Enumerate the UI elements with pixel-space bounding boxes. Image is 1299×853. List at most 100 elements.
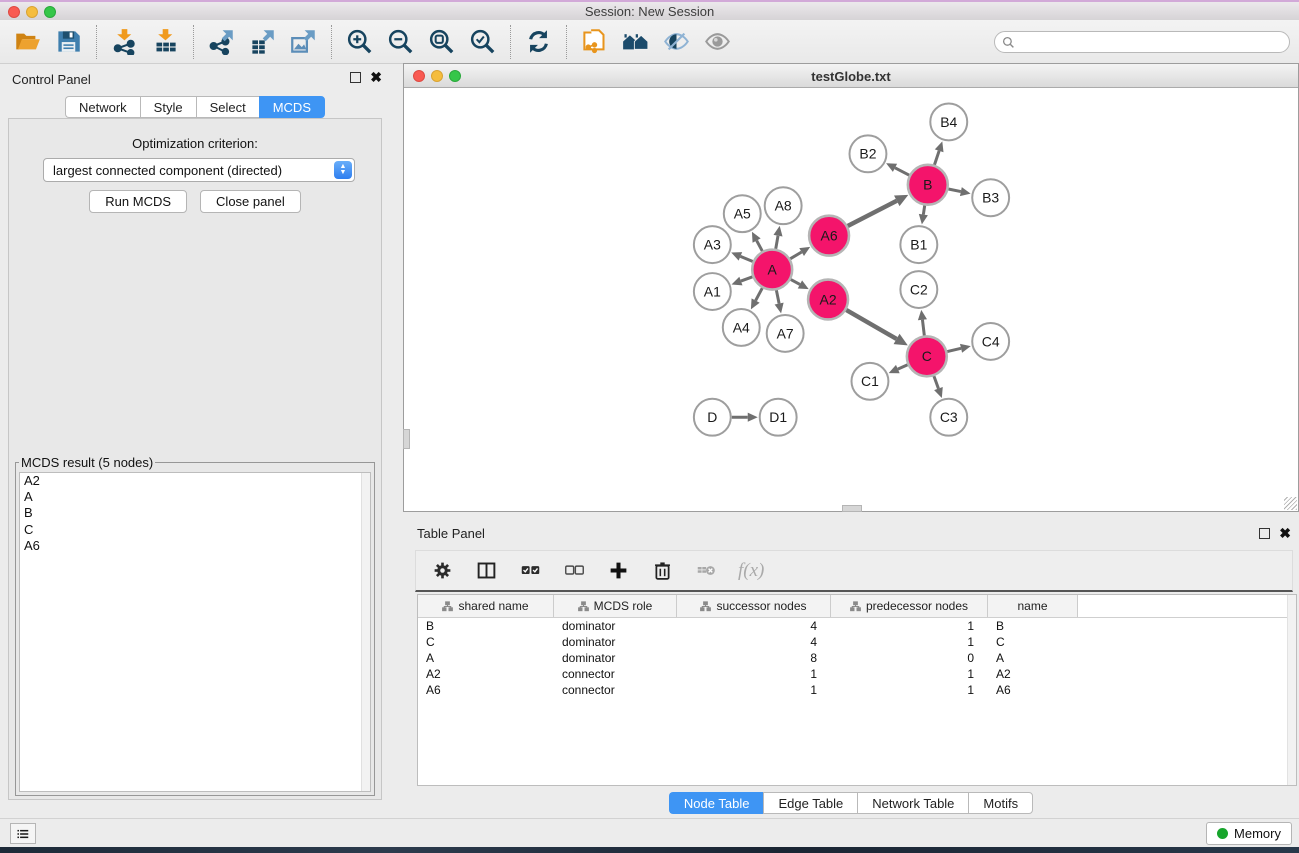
graph-edge[interactable] xyxy=(948,189,961,192)
graph-edge[interactable] xyxy=(922,320,924,336)
graph-edge[interactable] xyxy=(757,241,763,252)
birdseye-toggle-handle[interactable] xyxy=(403,429,410,449)
refresh-icon[interactable] xyxy=(523,27,553,57)
duplicate-network-icon[interactable] xyxy=(579,27,609,57)
delete-table-icon[interactable] xyxy=(694,559,718,583)
graph-node-B[interactable]: B xyxy=(908,165,948,205)
mcds-result-item[interactable]: A2 xyxy=(20,473,370,489)
graph-edge[interactable] xyxy=(934,151,939,165)
select-all-checkboxes-icon[interactable] xyxy=(518,559,542,583)
graph-edge[interactable] xyxy=(740,256,752,261)
show-graphics-details-icon[interactable] xyxy=(702,27,732,57)
task-history-button[interactable] xyxy=(10,823,36,844)
graph-node-C2[interactable]: C2 xyxy=(900,271,937,308)
deselect-all-checkboxes-icon[interactable] xyxy=(562,559,586,583)
tab-network[interactable]: Network xyxy=(65,96,140,118)
graph-node-C[interactable]: C xyxy=(907,336,947,376)
tab-network-table[interactable]: Network Table xyxy=(857,792,968,814)
bottom-toggle-handle[interactable] xyxy=(842,505,862,512)
graph-edge[interactable] xyxy=(790,252,801,259)
column-header-MCDS-role[interactable]: MCDS role xyxy=(554,595,677,617)
import-table-icon[interactable] xyxy=(150,27,180,57)
tab-edge-table[interactable]: Edge Table xyxy=(763,792,857,814)
table-row[interactable]: Adominator80A xyxy=(418,650,1296,666)
table-scrollbar[interactable] xyxy=(1287,595,1296,785)
close-panel-icon[interactable]: ✖ xyxy=(370,72,382,83)
settings-gear-icon[interactable] xyxy=(430,559,454,583)
zoom-fit-icon[interactable] xyxy=(426,27,456,57)
graph-node-A7[interactable]: A7 xyxy=(767,315,804,352)
graph-node-B1[interactable]: B1 xyxy=(900,226,937,263)
close-table-panel-icon[interactable]: ✖ xyxy=(1279,528,1291,539)
delete-rows-icon[interactable] xyxy=(650,559,674,583)
graph-node-A8[interactable]: A8 xyxy=(765,187,802,224)
table-row[interactable]: Cdominator41C xyxy=(418,634,1296,650)
tab-motifs[interactable]: Motifs xyxy=(968,792,1033,814)
function-builder-icon[interactable]: f(x) xyxy=(738,560,764,582)
network-canvas[interactable]: AA1A2A3A4A5A6A7A8BB1B2B3B4CC1C2C3C4DD1 xyxy=(404,88,1298,511)
window-resize-grip[interactable] xyxy=(1284,497,1297,510)
graph-node-A2[interactable]: A2 xyxy=(808,280,848,320)
graph-edge[interactable] xyxy=(934,376,939,389)
export-network-icon[interactable] xyxy=(206,27,236,57)
graph-node-A5[interactable]: A5 xyxy=(724,195,761,232)
import-network-icon[interactable] xyxy=(109,27,139,57)
graph-node-A1[interactable]: A1 xyxy=(694,273,731,310)
hide-graphics-details-icon[interactable] xyxy=(661,27,691,57)
criterion-dropdown[interactable]: largest connected component (directed) ▲… xyxy=(43,158,355,182)
graph-edge[interactable] xyxy=(776,236,778,249)
search-input[interactable] xyxy=(1015,33,1289,51)
table-row[interactable]: Bdominator41B xyxy=(418,618,1296,634)
save-session-icon[interactable] xyxy=(53,27,83,57)
result-scrollbar[interactable] xyxy=(361,473,370,791)
graph-edge[interactable] xyxy=(898,365,908,369)
graph-edge[interactable] xyxy=(776,290,779,303)
mcds-result-item[interactable]: A6 xyxy=(20,538,370,554)
graph-node-D[interactable]: D xyxy=(694,399,731,436)
graph-node-B4[interactable]: B4 xyxy=(930,103,967,140)
network-window-titlebar[interactable]: testGlobe.txt xyxy=(404,64,1298,88)
graph-edge[interactable] xyxy=(947,348,961,351)
mcds-result-item[interactable]: A xyxy=(20,489,370,505)
tab-style[interactable]: Style xyxy=(140,96,196,118)
zoom-out-icon[interactable] xyxy=(385,27,415,57)
zoom-selected-icon[interactable] xyxy=(467,27,497,57)
close-panel-button[interactable]: Close panel xyxy=(200,190,301,213)
mcds-result-item[interactable]: B xyxy=(20,505,370,521)
tab-node-table[interactable]: Node Table xyxy=(669,792,764,814)
graph-node-C3[interactable]: C3 xyxy=(930,399,967,436)
graph-node-A4[interactable]: A4 xyxy=(723,309,760,346)
graph-edge[interactable] xyxy=(846,310,896,339)
column-layout-icon[interactable] xyxy=(474,559,498,583)
run-mcds-button[interactable]: Run MCDS xyxy=(89,190,187,213)
column-header-predecessor-nodes[interactable]: predecessor nodes xyxy=(831,595,988,617)
memory-button[interactable]: Memory xyxy=(1206,822,1292,845)
float-table-panel-icon[interactable] xyxy=(1259,528,1270,539)
zoom-in-icon[interactable] xyxy=(344,27,374,57)
add-row-icon[interactable] xyxy=(606,559,630,583)
table-row[interactable]: A2connector11A2 xyxy=(418,666,1296,682)
graph-node-B2[interactable]: B2 xyxy=(850,135,887,172)
export-table-icon[interactable] xyxy=(247,27,277,57)
graph-node-A3[interactable]: A3 xyxy=(694,226,731,263)
tab-mcds[interactable]: MCDS xyxy=(259,96,325,118)
open-file-icon[interactable] xyxy=(12,27,42,57)
column-header-successor-nodes[interactable]: successor nodes xyxy=(677,595,831,617)
graph-edge[interactable] xyxy=(791,279,800,284)
graph-node-A[interactable]: A xyxy=(752,250,792,290)
search-box[interactable] xyxy=(994,31,1290,53)
ndex-home-icon[interactable] xyxy=(620,27,650,57)
tab-select[interactable]: Select xyxy=(196,96,259,118)
graph-edge[interactable] xyxy=(741,277,753,281)
table-row[interactable]: A6connector11A6 xyxy=(418,682,1296,698)
graph-node-C1[interactable]: C1 xyxy=(851,363,888,400)
float-panel-icon[interactable] xyxy=(350,72,361,83)
export-image-icon[interactable] xyxy=(288,27,318,57)
graph-edge[interactable] xyxy=(923,205,924,214)
graph-edge[interactable] xyxy=(895,168,909,175)
graph-node-D1[interactable]: D1 xyxy=(760,399,797,436)
graph-node-B3[interactable]: B3 xyxy=(972,179,1009,216)
graph-node-C4[interactable]: C4 xyxy=(972,323,1009,360)
graph-edge[interactable] xyxy=(756,288,763,301)
column-header-shared-name[interactable]: shared name xyxy=(418,595,554,617)
